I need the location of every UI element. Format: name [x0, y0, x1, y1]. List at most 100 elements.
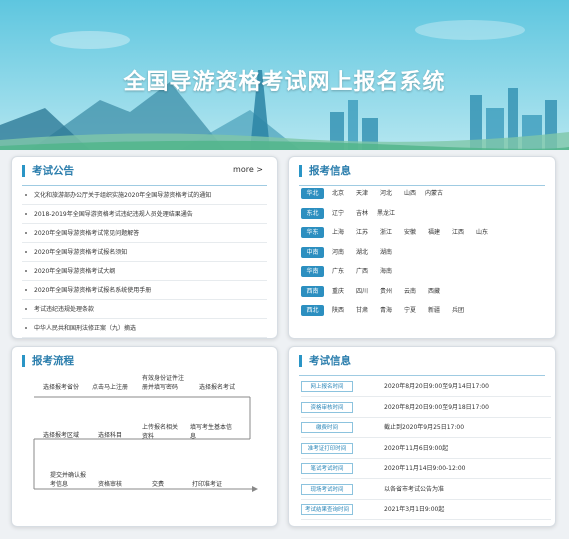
province-link[interactable]: 贵州 — [376, 285, 396, 298]
province-link[interactable]: 四川 — [352, 285, 372, 298]
province-link[interactable]: 河北 — [376, 187, 396, 200]
announcement-text: 中华人民共和国刑法修正案（九）摘选 — [34, 325, 137, 332]
bullet-icon — [25, 270, 27, 272]
exam-info-value: 2020年8月20日9:00至9月18日17:00 — [384, 403, 489, 411]
announcement-text: 文化和旅游部办公厅关于组织实施2020年全国导游资格考试的通知 — [34, 192, 212, 199]
province-link[interactable]: 山东 — [472, 226, 492, 239]
region-tag: 华东 — [301, 227, 324, 238]
announcement-item[interactable]: 2020年全国导游资格考试大纲 — [22, 262, 267, 281]
region-row: 东北 辽宁 吉林 黑龙江 — [301, 207, 396, 220]
announcement-item[interactable]: 中华人民共和国刑法修正案（九）摘选 — [22, 319, 267, 338]
province-link[interactable]: 山西 — [400, 187, 420, 200]
announcement-text: 2020年全国导游资格考试常见问题解答 — [34, 230, 140, 237]
flow-step-11: 交费 — [152, 481, 165, 488]
exam-info-value: 2020年11月14日9:00-12:00 — [384, 465, 466, 472]
announcement-text: 2020年全国导游资格考试大纲 — [34, 268, 116, 275]
exam-info-value: 截止到2020年9月25日17:00 — [384, 424, 465, 431]
region-tag: 华南 — [301, 266, 324, 277]
exam-info-panel: 考试信息 网上报名时间 2020年8月20日9:00至9月14日17:00 资格审核… — [288, 346, 556, 527]
region-panel-title: 报考信息 — [299, 165, 351, 177]
more-link[interactable]: more > — [233, 165, 263, 174]
exam-info-row: 网上报名时间 2020年8月20日9:00至9月14日17:00 — [301, 377, 551, 397]
flow-step-6: 选择科目 — [98, 432, 123, 439]
row-divider — [301, 519, 551, 520]
province-link[interactable]: 宁夏 — [400, 304, 420, 317]
province-link[interactable]: 黑龙江 — [376, 207, 396, 220]
flow-step-2: 点击马上注册 — [92, 384, 129, 391]
exam-info-row: 笔试考试时间 2020年11月14日9:00-12:00 — [301, 459, 551, 479]
flow-step-4: 选择报名考试 — [199, 384, 236, 391]
exam-info-value: 2020年8月20日9:00至9月14日17:00 — [384, 383, 489, 390]
province-link[interactable]: 广西 — [352, 265, 372, 278]
province-link[interactable]: 吉林 — [352, 207, 372, 220]
flow-step-5: 选择报考区域 — [43, 432, 80, 439]
announcement-item[interactable]: 2018-2019年全国导游资格考试违纪违规人员处理结果通告 — [22, 205, 267, 224]
announcement-item[interactable]: 2020年全国导游资格考试报名须知 — [22, 243, 267, 262]
region-row: 中南 河南 湖北 湖南 — [301, 246, 396, 259]
announcement-item[interactable]: 2020年全国导游资格考试常见问题解答 — [22, 224, 267, 243]
bullet-icon — [25, 213, 27, 215]
exam-info-label: 缴费时间 — [301, 422, 353, 433]
province-link[interactable]: 浙江 — [376, 226, 396, 239]
announcements-title: 考试公告 — [22, 165, 74, 177]
region-tag: 西南 — [301, 285, 324, 297]
announcement-item[interactable]: 文化和旅游部办公厅关于组织实施2020年全国导游资格考试的通知 — [22, 186, 267, 205]
exam-info-row: 资格审核时间 2020年8月20日9:00至9月18日17:00 — [301, 398, 551, 418]
region-row: 华东 上海 江苏 浙江 安徽 福建 江西 山东 — [301, 226, 492, 239]
province-link[interactable]: 安徽 — [400, 226, 420, 239]
province-link[interactable]: 辽宁 — [328, 207, 348, 220]
province-link[interactable]: 湖北 — [352, 246, 372, 259]
province-link[interactable]: 云南 — [400, 285, 420, 298]
province-link[interactable]: 内蒙古 — [424, 187, 444, 200]
exam-info-row: 考试结果查询时间 2021年3月1日9:00起 — [301, 500, 551, 520]
province-link[interactable]: 陕西 — [328, 304, 348, 317]
exam-info-label: 资格审核时间 — [301, 401, 353, 413]
announcement-item[interactable]: 考试违纪违规处理条款 — [22, 300, 267, 319]
region-tag: 中南 — [301, 246, 324, 258]
region-tag: 华北 — [301, 188, 324, 199]
region-tag: 东北 — [301, 207, 324, 219]
province-link[interactable]: 江西 — [448, 226, 468, 239]
region-row: 华南 广东 广西 海南 — [301, 265, 396, 278]
flow-step-7: 上传报名相关 资料 — [142, 424, 179, 440]
exam-info-label: 现场考试时间 — [301, 483, 353, 495]
flow-step-1: 选择报考省份 — [43, 384, 80, 391]
announcement-text: 2020年全国导游资格考试报名须知 — [34, 249, 128, 256]
province-link[interactable]: 新疆 — [424, 304, 444, 317]
province-link[interactable]: 河南 — [328, 246, 348, 259]
flow-step-12: 打印准考证 — [192, 481, 223, 488]
province-link[interactable]: 兵团 — [448, 304, 468, 317]
province-link[interactable]: 湖南 — [376, 246, 396, 259]
province-link[interactable]: 福建 — [424, 226, 444, 239]
province-link[interactable]: 青海 — [376, 304, 396, 317]
announcement-list: 文化和旅游部办公厅关于组织实施2020年全国导游资格考试的通知 2018-2019… — [22, 186, 267, 338]
province-link[interactable]: 海南 — [376, 265, 396, 278]
flow-panel: 报考流程 选择报考省份 点击马上注册 有效身份证件注 册并填写密码 选择报名考试… — [11, 346, 278, 527]
exam-info-value: 2020年11月6日9:00起 — [384, 444, 449, 452]
flow-step-3: 有效身份证件注 册并填写密码 — [142, 375, 185, 391]
exam-info-title: 考试信息 — [299, 355, 351, 367]
exam-info-value: 以各省市考试公告为准 — [384, 485, 445, 493]
province-link[interactable]: 甘肃 — [352, 304, 372, 317]
exam-info-row: 准考证打印时间 2020年11月6日9:00起 — [301, 439, 551, 459]
exam-info-label: 笔试考试时间 — [301, 463, 353, 474]
region-tag: 西北 — [301, 305, 324, 316]
exam-info-label: 准考证打印时间 — [301, 442, 353, 454]
province-link[interactable]: 广东 — [328, 265, 348, 278]
announcement-item[interactable]: 2020年全国导游资格考试报名系统使用手册 — [22, 281, 267, 300]
header-banner: 全国导游资格考试网上报名系统 — [0, 0, 569, 150]
province-link[interactable]: 上海 — [328, 226, 348, 239]
province-link[interactable]: 北京 — [328, 187, 348, 200]
province-link[interactable]: 江苏 — [352, 226, 372, 239]
province-link[interactable]: 天津 — [352, 187, 372, 200]
exam-info-label: 网上报名时间 — [301, 381, 353, 392]
province-link[interactable]: 重庆 — [328, 285, 348, 298]
bullet-icon — [25, 194, 27, 196]
divider — [299, 375, 545, 376]
announcement-text: 考试违纪违规处理条款 — [34, 306, 95, 313]
flow-step-8: 填写考生基本信 息 — [190, 424, 233, 440]
province-link[interactable]: 西藏 — [424, 285, 444, 298]
region-row: 华北 北京 天津 河北 山西 内蒙古 — [301, 187, 444, 200]
flow-step-9: 提交并确认报 考信息 — [50, 472, 87, 488]
divider — [299, 185, 545, 186]
